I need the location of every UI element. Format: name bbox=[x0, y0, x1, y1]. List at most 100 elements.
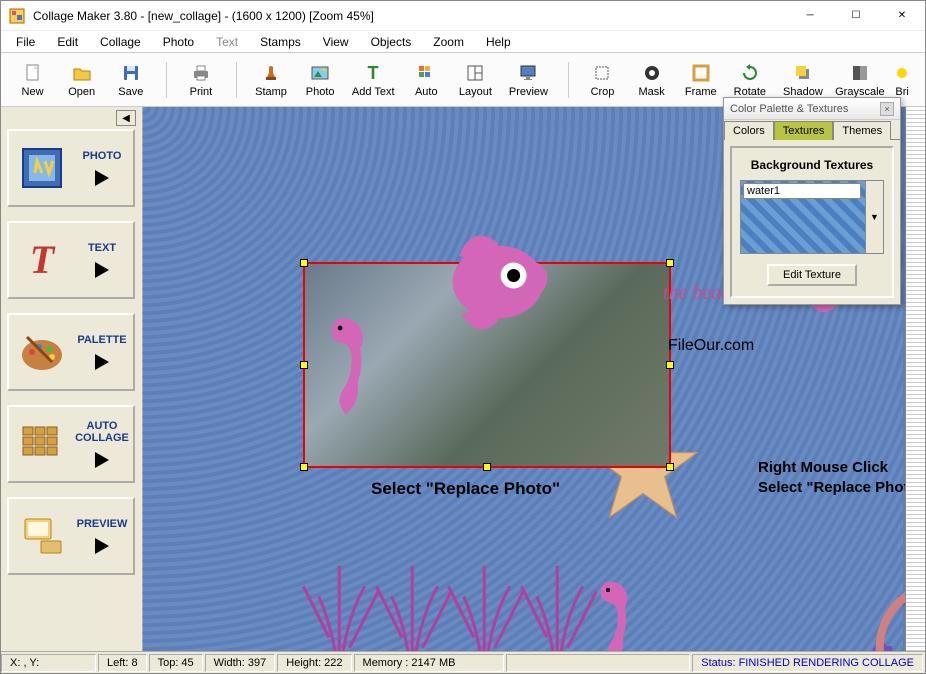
menu-stamps[interactable]: Stamps bbox=[249, 33, 312, 51]
text-letter-icon: T bbox=[13, 231, 71, 289]
menu-text[interactable]: Text bbox=[205, 33, 249, 51]
tool-photo[interactable]: Photo bbox=[297, 57, 344, 103]
play-icon bbox=[95, 170, 109, 186]
tool-layout[interactable]: Layout bbox=[452, 57, 499, 103]
sidebar-item-palette[interactable]: PALETTE bbox=[7, 313, 135, 391]
coral-stickers[interactable] bbox=[288, 527, 608, 653]
menu-photo[interactable]: Photo bbox=[152, 33, 205, 51]
window-controls: ─ ☐ ✕ bbox=[787, 1, 925, 31]
menu-file[interactable]: File bbox=[5, 33, 46, 51]
resize-handle[interactable] bbox=[300, 259, 308, 267]
grid-icon bbox=[414, 62, 438, 84]
sidebar-collapse-button[interactable]: ◀ bbox=[116, 110, 136, 126]
tool-grayscale[interactable]: Grayscale bbox=[832, 57, 887, 103]
status-top: Top: 45 bbox=[149, 654, 203, 672]
tool-print[interactable]: Print bbox=[177, 57, 224, 103]
canvas-text-rclick: Right Mouse Click bbox=[758, 459, 888, 476]
shadow-icon bbox=[791, 62, 815, 84]
grid-icon bbox=[13, 415, 71, 473]
svg-text:T: T bbox=[368, 63, 379, 83]
status-height: Height: 222 bbox=[277, 654, 351, 672]
menu-help[interactable]: Help bbox=[475, 33, 522, 51]
window-title: Collage Maker 3.80 - [new_collage] - (16… bbox=[33, 9, 787, 23]
status-render: Status: FINISHED RENDERING COLLAGE bbox=[692, 654, 923, 672]
palette-panel[interactable]: Color Palette & Textures × Colors Textur… bbox=[723, 97, 901, 305]
layout-icon bbox=[463, 62, 487, 84]
sidebar-item-label: TEXT bbox=[88, 242, 116, 254]
minimize-button[interactable]: ─ bbox=[787, 1, 833, 31]
texture-name-field[interactable]: water1 bbox=[743, 183, 861, 199]
menu-edit[interactable]: Edit bbox=[46, 33, 89, 51]
computer-icon bbox=[13, 507, 71, 565]
tool-rotate[interactable]: Rotate bbox=[726, 57, 773, 103]
save-icon bbox=[119, 62, 143, 84]
edit-texture-button[interactable]: Edit Texture bbox=[767, 264, 857, 286]
sidebar-item-preview[interactable]: PREVIEW bbox=[7, 497, 135, 575]
menubar: File Edit Collage Photo Text Stamps View… bbox=[1, 31, 925, 53]
grayscale-icon bbox=[848, 62, 872, 84]
sidebar-item-auto-collage[interactable]: AUTO COLLAGE bbox=[7, 405, 135, 483]
tool-auto[interactable]: Auto bbox=[403, 57, 450, 103]
palette-close-button[interactable]: × bbox=[880, 102, 894, 116]
separator bbox=[166, 62, 167, 98]
tab-themes[interactable]: Themes bbox=[833, 121, 891, 140]
resize-handle[interactable] bbox=[666, 463, 674, 471]
separator bbox=[236, 62, 237, 98]
status-xy: X: , Y: bbox=[1, 654, 96, 672]
resize-handle[interactable] bbox=[483, 463, 491, 471]
play-icon bbox=[95, 354, 109, 370]
tool-crop[interactable]: Crop bbox=[579, 57, 626, 103]
canvas-text-watermark: FileOur.com bbox=[668, 337, 754, 355]
menu-zoom[interactable]: Zoom bbox=[422, 33, 475, 51]
resize-handle[interactable] bbox=[300, 361, 308, 369]
folder-icon bbox=[70, 62, 94, 84]
tab-colors[interactable]: Colors bbox=[724, 121, 774, 140]
fish-sticker[interactable] bbox=[433, 217, 563, 347]
menu-collage[interactable]: Collage bbox=[89, 33, 152, 51]
tool-brightness[interactable]: Bri bbox=[889, 57, 915, 103]
page-icon bbox=[21, 62, 45, 84]
rotate-icon bbox=[738, 62, 762, 84]
tool-mask[interactable]: Mask bbox=[628, 57, 675, 103]
tool-addtext[interactable]: TAdd Text bbox=[346, 57, 401, 103]
sidebar-item-text[interactable]: T TEXT bbox=[7, 221, 135, 299]
resize-handle[interactable] bbox=[666, 259, 674, 267]
canvas-text-replace: Select "Replace Photo" bbox=[758, 479, 925, 496]
play-icon bbox=[95, 452, 109, 468]
texture-preview[interactable]: water1 ▼ bbox=[740, 180, 884, 254]
tool-save[interactable]: Save bbox=[107, 57, 154, 103]
text-icon: T bbox=[361, 62, 385, 84]
svg-text:T: T bbox=[30, 237, 56, 282]
tool-preview[interactable]: Preview bbox=[501, 57, 556, 103]
seahorse-sticker[interactable] bbox=[311, 307, 381, 427]
sidebar-item-photo[interactable]: PHOTO bbox=[7, 129, 135, 207]
palette-icon bbox=[13, 323, 71, 381]
status-width: Width: 397 bbox=[205, 654, 276, 672]
tool-shadow[interactable]: Shadow bbox=[775, 57, 830, 103]
separator bbox=[568, 62, 569, 98]
print-icon bbox=[189, 62, 213, 84]
menu-view[interactable]: View bbox=[312, 33, 360, 51]
palette-body: Background Textures water1 ▼ Edit Textur… bbox=[730, 146, 894, 298]
tool-new[interactable]: New bbox=[9, 57, 56, 103]
tab-textures[interactable]: Textures bbox=[774, 121, 834, 140]
app-icon bbox=[9, 8, 25, 24]
tool-stamp[interactable]: Stamp bbox=[247, 57, 294, 103]
menu-objects[interactable]: Objects bbox=[360, 33, 423, 51]
resize-handle[interactable] bbox=[300, 463, 308, 471]
canvas-text-replace: Select "Replace Photo" bbox=[371, 479, 560, 499]
tool-frame[interactable]: Frame bbox=[677, 57, 724, 103]
tool-open[interactable]: Open bbox=[58, 57, 105, 103]
sidebar-item-label: PREVIEW bbox=[77, 518, 128, 530]
palette-tabs: Colors Textures Themes bbox=[724, 120, 900, 140]
close-button[interactable]: ✕ bbox=[879, 1, 925, 31]
status-left: Left: 8 bbox=[98, 654, 147, 672]
sidebar: ◀ PHOTO T TEXT PALETTE bbox=[1, 107, 143, 653]
texture-dropdown-button[interactable]: ▼ bbox=[865, 181, 883, 253]
palette-titlebar[interactable]: Color Palette & Textures × bbox=[724, 98, 900, 120]
status-memory: Memory : 2147 MB bbox=[354, 654, 504, 672]
sidebar-item-label: AUTO COLLAGE bbox=[71, 420, 133, 444]
resize-handle[interactable] bbox=[666, 361, 674, 369]
crop-icon bbox=[590, 62, 614, 84]
maximize-button[interactable]: ☐ bbox=[833, 1, 879, 31]
